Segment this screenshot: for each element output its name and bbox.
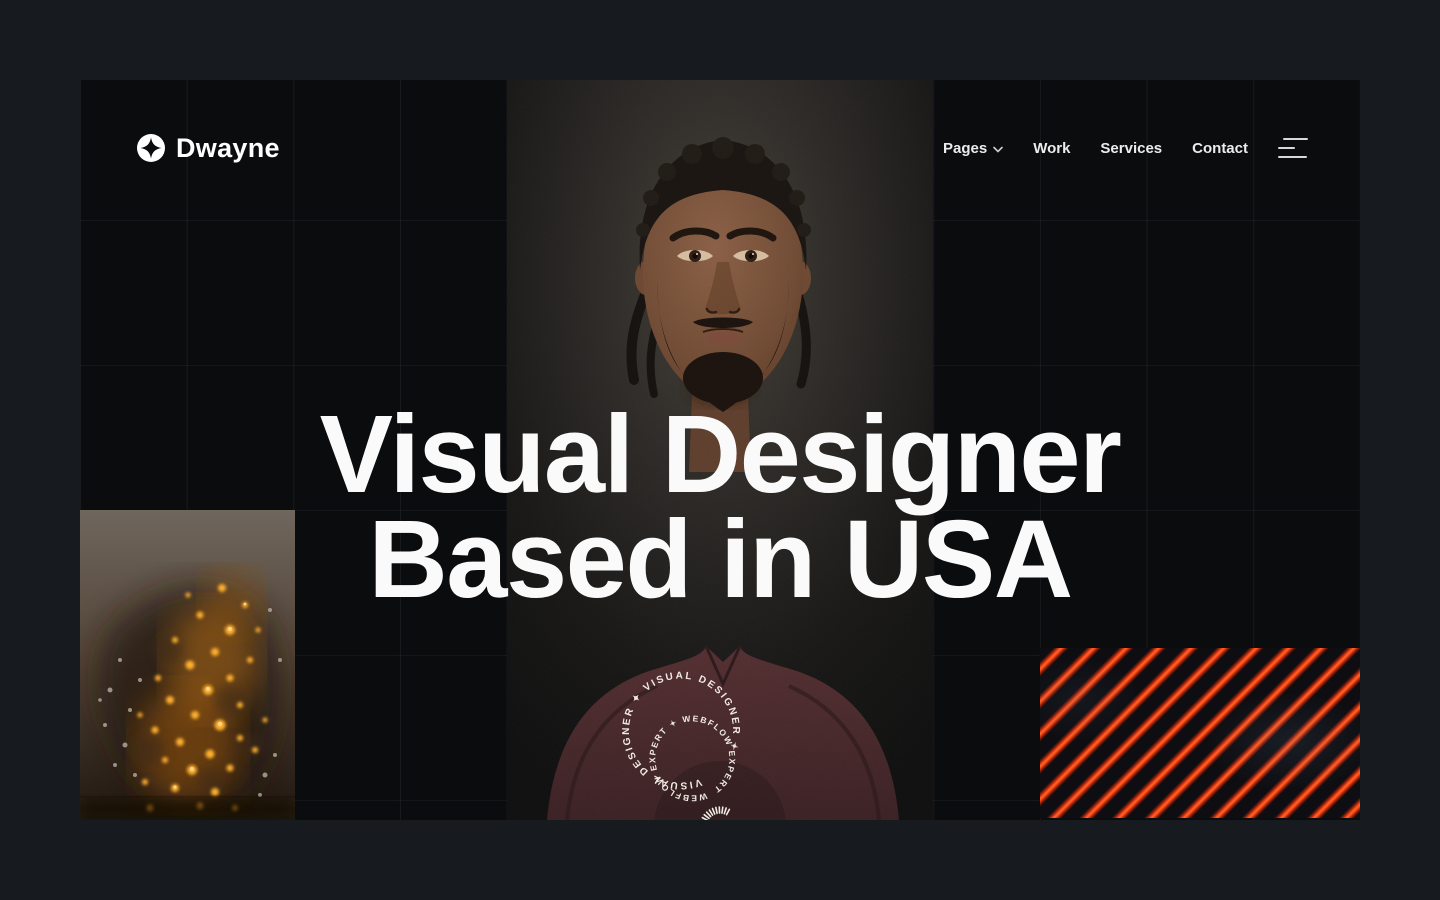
nav-item-work[interactable]: Work — [1033, 140, 1070, 157]
portrait-image: VISUAL DESIGNER ✦ VISUAL DESIGNER ✦ WEBF… — [507, 80, 933, 820]
red-stripes-image — [1040, 648, 1360, 818]
nav-item-contact[interactable]: Contact — [1192, 140, 1248, 157]
gold-particles-image — [80, 510, 295, 820]
brand-name: Dwayne — [176, 133, 280, 164]
nav-label-services: Services — [1100, 140, 1162, 157]
nav-item-services[interactable]: Services — [1100, 140, 1162, 157]
chevron-down-icon — [993, 146, 1003, 153]
nav-label-work: Work — [1033, 140, 1070, 157]
hero-section: VISUAL DESIGNER ✦ VISUAL DESIGNER ✦ WEBF… — [80, 80, 1360, 820]
site-header: Dwayne Pages Work Services Contact — [137, 120, 1308, 176]
hamburger-icon[interactable] — [1278, 137, 1308, 159]
brand-logo[interactable]: Dwayne — [137, 133, 280, 164]
four-point-star-icon — [137, 134, 165, 162]
main-nav: Pages Work Services Contact — [943, 137, 1308, 159]
nav-label-pages: Pages — [943, 140, 987, 157]
nav-item-pages[interactable]: Pages — [943, 140, 1003, 157]
gold-particles-art — [80, 510, 295, 820]
portrait-art: VISUAL DESIGNER ✦ VISUAL DESIGNER ✦ WEBF… — [507, 80, 933, 820]
nav-label-contact: Contact — [1192, 140, 1248, 157]
